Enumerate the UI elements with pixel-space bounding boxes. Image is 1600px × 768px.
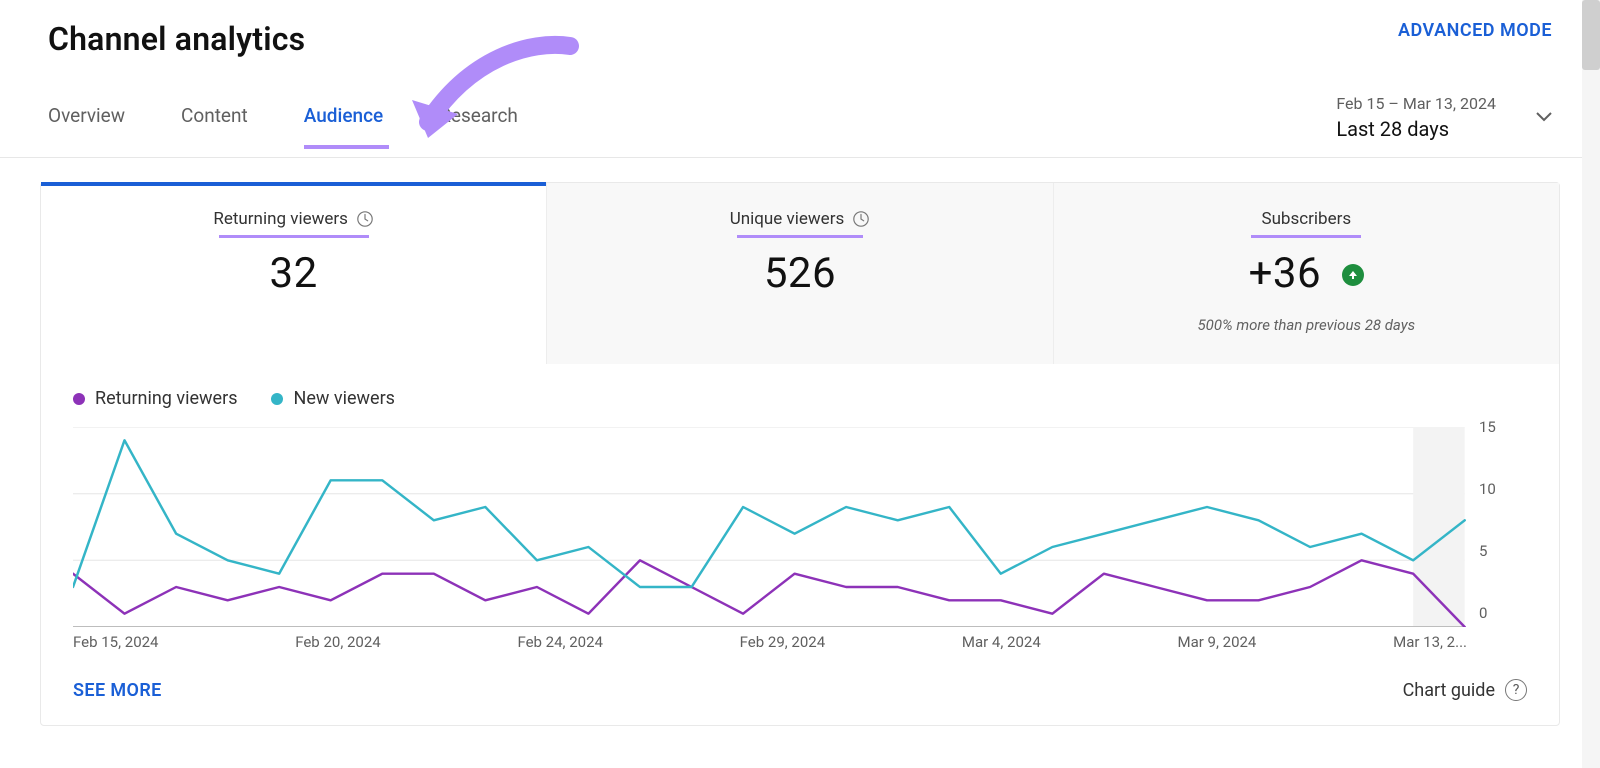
- chevron-down-icon: [1536, 110, 1552, 126]
- annotation-underline: [1251, 235, 1361, 238]
- metrics-panel: Returning viewers 32 Unique viewers 526 …: [40, 182, 1560, 726]
- metric-delta-note: 500% more than previous 28 days: [1078, 316, 1535, 334]
- metric-label: Subscribers: [1261, 209, 1351, 229]
- metric-subscribers[interactable]: Subscribers +36 500% more than previous …: [1053, 183, 1559, 364]
- advanced-mode-button[interactable]: ADVANCED MODE: [1398, 20, 1552, 41]
- clock-icon: [356, 210, 374, 228]
- metric-value: 526: [571, 249, 1028, 298]
- metric-label: Returning viewers: [213, 209, 348, 229]
- metric-value: +36: [1078, 249, 1535, 298]
- tab-overview[interactable]: Overview: [48, 104, 125, 147]
- scrollbar-thumb[interactable]: [1582, 0, 1600, 70]
- clock-icon: [852, 210, 870, 228]
- legend-label: Returning viewers: [95, 388, 237, 409]
- line-chart: [73, 427, 1527, 627]
- see-more-button[interactable]: SEE MORE: [73, 680, 162, 701]
- trend-up-icon: [1342, 264, 1364, 286]
- legend-dot-icon: [271, 393, 283, 405]
- metric-tabs: Returning viewers 32 Unique viewers 526 …: [41, 183, 1559, 364]
- page-title: Channel analytics: [48, 20, 305, 58]
- chart-y-axis: 151050: [1479, 427, 1527, 631]
- tab-content[interactable]: Content: [181, 104, 248, 147]
- legend-dot-icon: [73, 393, 85, 405]
- y-tick: 0: [1479, 604, 1487, 622]
- x-tick: Feb 20, 2024: [295, 633, 381, 651]
- chart-area: 15 10 5 0 Feb 15, 2024 Feb 20, 2024 Feb 24, 2…: [41, 417, 1559, 661]
- y-tick: 5: [1479, 542, 1487, 560]
- date-range-text: Feb 15 – Mar 13, 2024: [1336, 94, 1496, 113]
- tab-audience[interactable]: Audience: [304, 104, 383, 147]
- chart-guide-label: Chart guide: [1403, 680, 1495, 701]
- legend-returning[interactable]: Returning viewers: [73, 388, 237, 409]
- y-tick: 10: [1479, 480, 1496, 498]
- annotation-underline: [219, 235, 369, 238]
- y-tick: 15: [1479, 418, 1496, 436]
- annotation-underline: [737, 235, 863, 238]
- chart-x-axis: Feb 15, 2024 Feb 20, 2024 Feb 24, 2024 Feb …: [73, 627, 1527, 651]
- legend-new[interactable]: New viewers: [271, 388, 394, 409]
- chart-guide: Chart guide ?: [1403, 679, 1527, 701]
- x-tick: Mar 13, 2...: [1393, 633, 1467, 651]
- date-range-picker[interactable]: Feb 15 – Mar 13, 2024 Last 28 days: [1336, 94, 1552, 157]
- annotation-underline: [304, 145, 389, 149]
- analytics-tabs: Overview Content Audience Research: [48, 104, 518, 147]
- date-range-preset: Last 28 days: [1336, 117, 1496, 141]
- tab-audience-label: Audience: [304, 104, 383, 127]
- x-tick: Mar 4, 2024: [962, 633, 1041, 651]
- tab-research[interactable]: Research: [439, 104, 518, 147]
- legend-label: New viewers: [293, 388, 394, 409]
- help-icon[interactable]: ?: [1505, 679, 1527, 701]
- metric-unique-viewers[interactable]: Unique viewers 526: [546, 183, 1052, 364]
- metric-label: Unique viewers: [730, 209, 845, 229]
- metric-value: 32: [65, 249, 522, 298]
- x-tick: Feb 29, 2024: [740, 633, 826, 651]
- x-tick: Feb 15, 2024: [73, 633, 159, 651]
- scrollbar-track[interactable]: [1582, 0, 1600, 768]
- metric-returning-viewers[interactable]: Returning viewers 32: [41, 183, 546, 364]
- x-tick: Feb 24, 2024: [517, 633, 603, 651]
- x-tick: Mar 9, 2024: [1177, 633, 1256, 651]
- chart-legend: Returning viewers New viewers: [41, 364, 1559, 417]
